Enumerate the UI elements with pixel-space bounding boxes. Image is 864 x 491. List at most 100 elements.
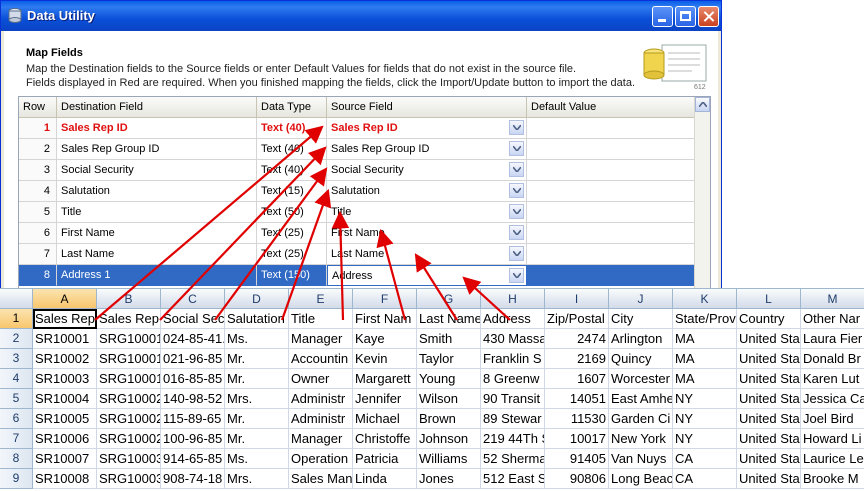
data-cell[interactable]: Manager [289,329,353,349]
data-cell[interactable]: NY [673,429,737,449]
data-cell[interactable]: 016-85-85 [161,369,225,389]
header-cell[interactable]: Sales Rep [97,309,161,329]
column-header[interactable]: G [417,289,481,309]
source-field-select[interactable]: Last Name [327,244,527,265]
data-cell[interactable]: Kaye [353,329,417,349]
data-cell[interactable]: Jones [417,469,481,489]
header-cell[interactable]: Salutation [225,309,289,329]
default-value-input[interactable] [527,181,696,202]
data-cell[interactable]: SR10008 [33,469,97,489]
data-cell[interactable]: SR10006 [33,429,97,449]
data-cell[interactable]: Franklin S [481,349,545,369]
col-data-type[interactable]: Data Type [257,97,327,118]
data-cell[interactable]: 2474 [545,329,609,349]
data-cell[interactable]: Mrs. [225,469,289,489]
source-field-select[interactable]: Sales Rep Group ID [327,139,527,160]
data-cell[interactable]: Ms. [225,449,289,469]
maximize-button[interactable] [675,6,696,27]
row-header[interactable]: 6 [0,409,33,429]
col-destination-field[interactable]: Destination Field [57,97,257,118]
source-field-select[interactable]: Title [327,202,527,223]
data-cell[interactable]: 100-96-85 [161,429,225,449]
default-value-input[interactable] [527,244,696,265]
data-cell[interactable]: Mrs. [225,389,289,409]
grid-row[interactable]: 1 Sales Rep ID Text (40) Sales Rep ID [19,118,696,139]
column-header[interactable]: B [97,289,161,309]
data-cell[interactable]: United Sta [737,349,801,369]
header-cell[interactable]: Country [737,309,801,329]
header-cell[interactable]: Title [289,309,353,329]
data-cell[interactable]: Accountin [289,349,353,369]
column-header[interactable]: F [353,289,417,309]
grid-row[interactable]: 2 Sales Rep Group ID Text (40) Sales Rep Gr… [19,139,696,160]
data-cell[interactable]: Long Beac [609,469,673,489]
data-cell[interactable]: 512 East S [481,469,545,489]
data-cell[interactable]: Administr [289,389,353,409]
data-cell[interactable]: Mr. [225,429,289,449]
data-cell[interactable]: Johnson [417,429,481,449]
header-cell[interactable]: Zip/Postal [545,309,609,329]
data-cell[interactable]: SRG10002 [97,429,161,449]
header-cell[interactable]: First Nam [353,309,417,329]
data-cell[interactable]: SR10007 [33,449,97,469]
row-header[interactable]: 1 [0,309,33,329]
data-cell[interactable]: SRG10001 [97,369,161,389]
data-cell[interactable]: East Amhe [609,389,673,409]
data-cell[interactable]: 219 44Th S [481,429,545,449]
data-cell[interactable]: Kevin [353,349,417,369]
data-cell[interactable]: NY [673,409,737,429]
data-cell[interactable]: Donald Br [801,349,864,369]
row-header[interactable]: 4 [0,369,33,389]
dropdown-button[interactable] [509,162,524,177]
row-header[interactable]: 8 [0,449,33,469]
data-cell[interactable]: 115-89-65 [161,409,225,429]
data-cell[interactable]: MA [673,349,737,369]
data-cell[interactable]: Taylor [417,349,481,369]
data-cell[interactable]: Young [417,369,481,389]
data-cell[interactable]: United Sta [737,469,801,489]
data-cell[interactable]: 52 Sherma [481,449,545,469]
grid-scrollbar[interactable] [694,97,710,295]
data-cell[interactable]: Garden Ci [609,409,673,429]
data-cell[interactable]: SR10005 [33,409,97,429]
data-cell[interactable]: Manager [289,429,353,449]
data-cell[interactable]: SRG10002 [97,409,161,429]
data-cell[interactable]: New York [609,429,673,449]
data-cell[interactable]: SRG10003 [97,469,161,489]
data-cell[interactable]: MA [673,329,737,349]
header-cell[interactable]: Address [481,309,545,329]
data-cell[interactable]: Brown [417,409,481,429]
data-cell[interactable]: Michael [353,409,417,429]
data-cell[interactable]: MA [673,369,737,389]
data-cell[interactable]: 1607 [545,369,609,389]
column-header[interactable]: I [545,289,609,309]
default-value-input[interactable] [527,202,696,223]
minimize-button[interactable] [652,6,673,27]
data-cell[interactable]: Mr. [225,409,289,429]
dropdown-button[interactable] [509,120,524,135]
data-cell[interactable]: CA [673,469,737,489]
data-cell[interactable]: 90 Transit [481,389,545,409]
grid-row[interactable]: 5 Title Text (50) Title [19,202,696,223]
column-header[interactable]: M [801,289,864,309]
row-header[interactable]: 5 [0,389,33,409]
data-cell[interactable]: Margarett [353,369,417,389]
header-cell[interactable]: Other Nar [801,309,864,329]
data-cell[interactable]: 10017 [545,429,609,449]
data-cell[interactable]: 91405 [545,449,609,469]
header-cell[interactable]: City [609,309,673,329]
scroll-up-button[interactable] [695,97,710,112]
select-all-corner[interactable] [0,289,33,309]
header-cell[interactable]: Sales Rep [33,309,97,329]
data-cell[interactable]: United Sta [737,389,801,409]
default-value-input[interactable] [527,118,696,139]
data-cell[interactable]: SR10004 [33,389,97,409]
row-header[interactable]: 9 [0,469,33,489]
data-cell[interactable]: SR10001 [33,329,97,349]
data-cell[interactable]: Laura Fier [801,329,864,349]
column-header[interactable]: H [481,289,545,309]
column-header[interactable]: L [737,289,801,309]
col-default-value[interactable]: Default Value [527,97,696,118]
grid-row[interactable]: 7 Last Name Text (25) Last Name [19,244,696,265]
default-value-input[interactable] [527,160,696,181]
